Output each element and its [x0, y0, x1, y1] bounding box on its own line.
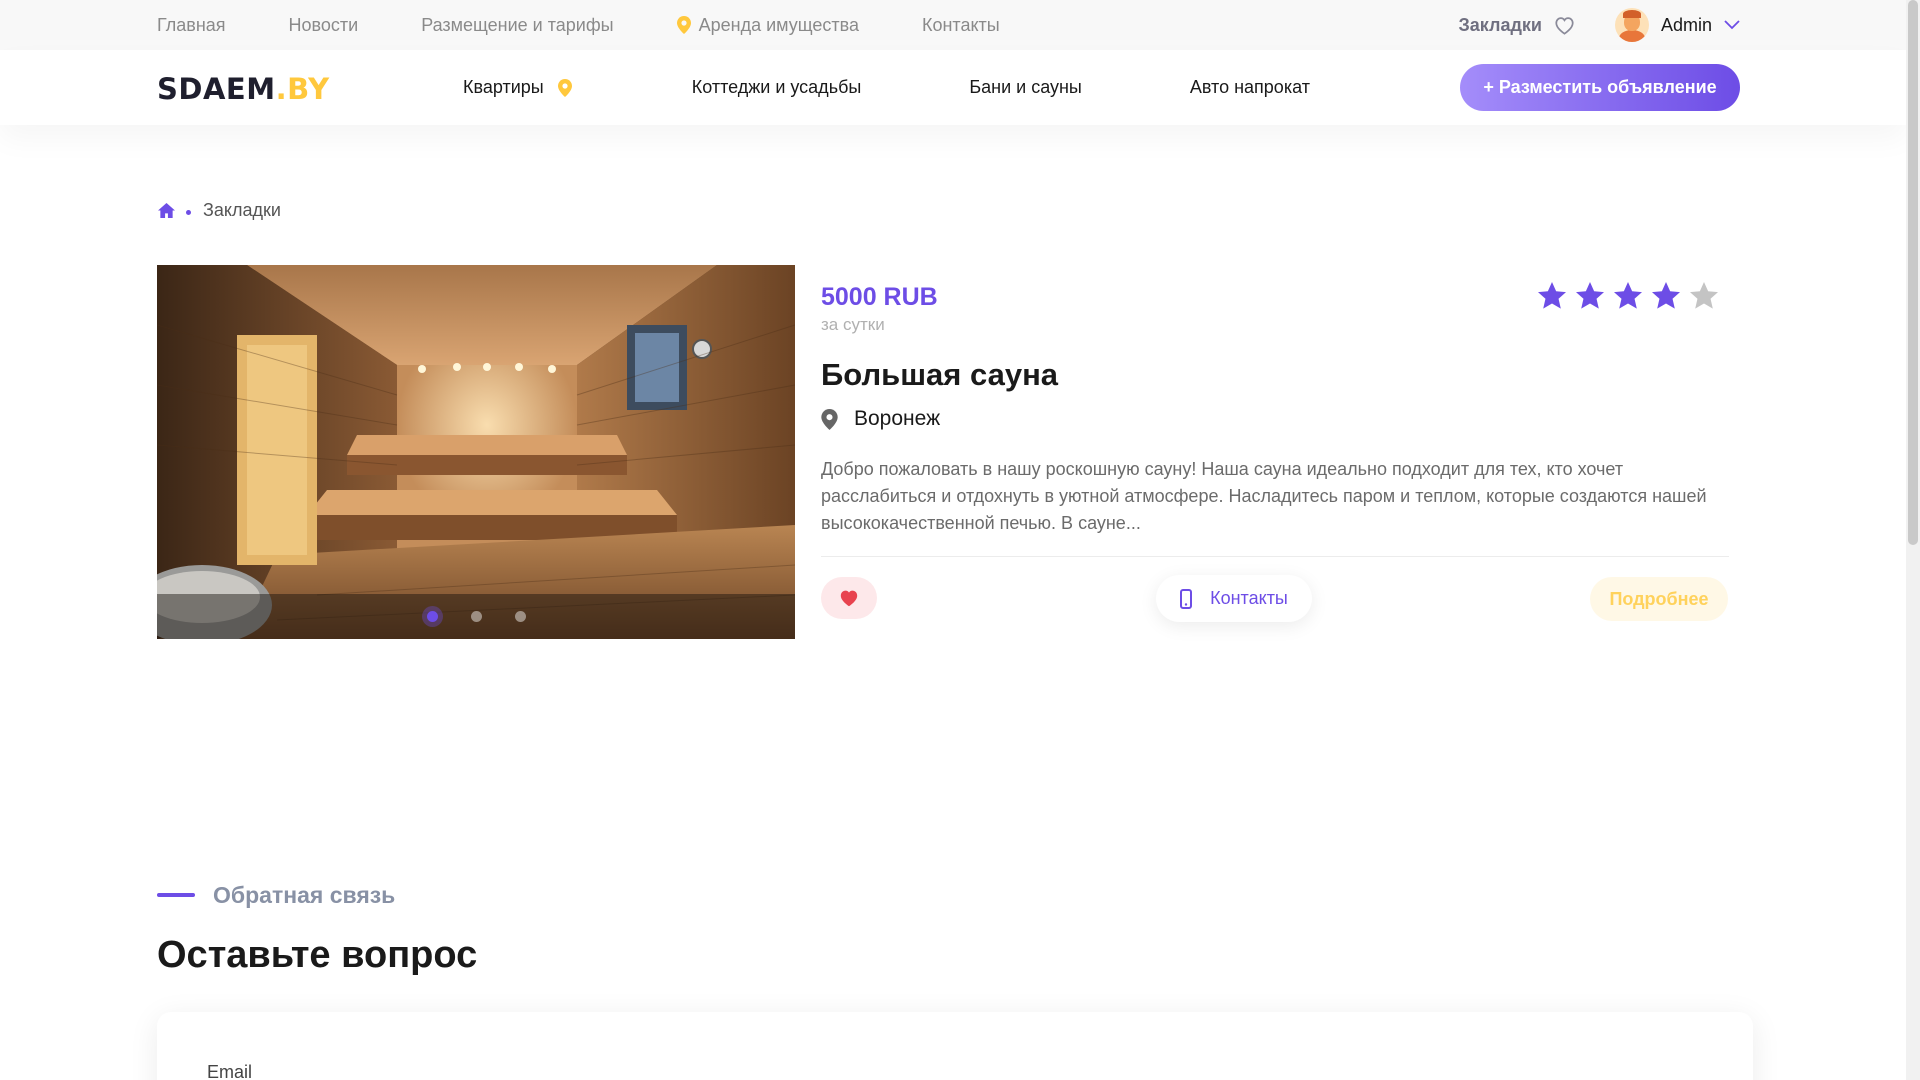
logo-accent: .BY	[275, 72, 330, 106]
main-header: SDAEM.BY Квартиры Коттеджи и усадьбы Бан…	[0, 50, 1906, 125]
map-pin-icon	[676, 16, 691, 34]
top-nav-home[interactable]: Главная	[157, 15, 226, 36]
listing-image[interactable]	[157, 265, 795, 639]
top-nav: Главная Новости Размещение и тарифы Арен…	[157, 0, 1063, 50]
listing-description: Добро пожаловать в нашу роскошную сауну!…	[821, 459, 1707, 533]
top-nav-contacts[interactable]: Контакты	[922, 15, 1000, 36]
star-icon	[1538, 282, 1566, 309]
user-name: Admin	[1660, 14, 1712, 35]
top-nav-rental-label: Аренда имущества	[698, 14, 859, 35]
heart-outline-icon	[1555, 16, 1574, 35]
scrollbar-thumb[interactable]	[1908, 0, 1918, 545]
bookmarks-label: Закладки	[1458, 14, 1542, 35]
map-pin-icon	[557, 78, 572, 97]
listing-title: Большая сауна	[821, 357, 1059, 392]
bookmarks-link[interactable]: Закладки	[1459, 15, 1575, 36]
listing-location: Воронеж	[821, 407, 940, 431]
logo-main: SDAEM	[157, 72, 276, 106]
slider-dot-2[interactable]	[471, 611, 482, 622]
home-icon[interactable]	[157, 202, 176, 219]
contacts-button-label: Контакты	[1210, 588, 1288, 608]
main-nav: Квартиры Коттеджи и усадьбы Бани и сауны…	[463, 50, 1310, 125]
divider	[821, 556, 1729, 557]
email-field-label: Email	[207, 1062, 253, 1080]
star-icon	[1614, 282, 1642, 309]
listing-period: за сутки	[821, 315, 885, 334]
star-icon	[1652, 282, 1680, 309]
main-nav-apartments[interactable]: Квартиры	[463, 77, 572, 98]
details-button[interactable]: Подробнее	[1590, 577, 1728, 621]
listing-price: 5000 RUB	[821, 283, 938, 311]
top-bar: Главная Новости Размещение и тарифы Арен…	[0, 0, 1906, 50]
heart-icon	[840, 590, 858, 607]
slider-dot-1[interactable]	[427, 611, 438, 622]
slider-dot-3[interactable]	[515, 611, 526, 622]
top-bar-right: Закладки Admin	[1459, 0, 1741, 50]
feedback-form-card: Email	[157, 1012, 1753, 1080]
breadcrumb-current: Закладки	[203, 200, 281, 220]
main-nav-cottages[interactable]: Коттеджи и усадьбы	[692, 77, 862, 98]
scrollbar[interactable]	[1906, 0, 1920, 1080]
top-nav-news[interactable]: Новости	[289, 15, 359, 36]
chevron-down-icon	[1724, 20, 1740, 30]
main-nav-saunas[interactable]: Бани и сауны	[969, 77, 1082, 98]
section-accent-line	[157, 893, 195, 897]
star-empty-icon	[1690, 282, 1718, 309]
post-ad-button[interactable]: + Разместить объявление	[1460, 64, 1740, 111]
feedback-title: Оставьте вопрос	[157, 934, 478, 976]
favorite-button[interactable]	[821, 577, 877, 619]
main-nav-car-rental[interactable]: Авто напрокат	[1190, 77, 1310, 98]
contacts-button[interactable]: Контакты	[1156, 575, 1312, 622]
listing-location-text: Воронеж	[854, 407, 941, 430]
main-nav-apartments-label: Квартиры	[463, 77, 544, 97]
sauna-photo	[157, 265, 795, 639]
top-nav-rental[interactable]: Аренда имущества	[676, 14, 859, 36]
logo[interactable]: SDAEM.BY	[157, 72, 330, 106]
breadcrumb: Закладки	[157, 200, 281, 221]
breadcrumb-separator	[186, 210, 191, 215]
feedback-label: Обратная связь	[213, 882, 396, 908]
map-pin-icon	[821, 408, 838, 430]
avatar	[1614, 8, 1649, 42]
rating-stars	[1536, 280, 1726, 312]
user-menu[interactable]: Admin	[1614, 8, 1740, 42]
image-slider-strip	[157, 594, 795, 639]
top-nav-placement[interactable]: Размещение и тарифы	[421, 15, 613, 36]
phone-icon	[1180, 588, 1193, 609]
star-icon	[1576, 282, 1604, 309]
